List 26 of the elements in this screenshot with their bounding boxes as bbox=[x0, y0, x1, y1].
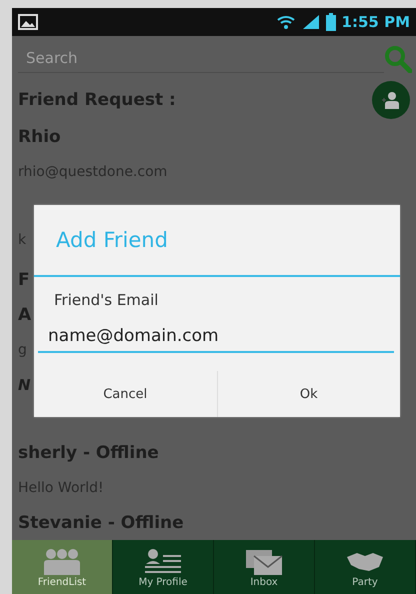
friend-name: A bbox=[18, 304, 32, 325]
add-friend-button[interactable] bbox=[372, 81, 410, 120]
friend-name: Rhio bbox=[18, 126, 61, 147]
field-label: Friend's Email bbox=[53, 290, 160, 310]
cancel-button[interactable]: Cancel bbox=[34, 371, 216, 418]
picture-icon bbox=[18, 14, 38, 30]
bottom-tab[interactable]: Party bbox=[315, 540, 416, 594]
search-field[interactable]: Search bbox=[18, 44, 384, 74]
profile-card-icon bbox=[143, 546, 183, 575]
wifi-icon bbox=[276, 14, 296, 30]
ok-button[interactable]: Ok bbox=[216, 371, 400, 418]
status-time: 1:55 PM bbox=[342, 12, 410, 31]
dialog-title: Add Friend bbox=[34, 205, 400, 278]
bottom-tab[interactable]: FriendList bbox=[12, 540, 113, 594]
person-icon bbox=[381, 90, 401, 110]
friend-name: N bbox=[18, 376, 31, 394]
signal-icon bbox=[302, 14, 320, 30]
bottom-tab[interactable]: Inbox bbox=[214, 540, 315, 594]
email-field[interactable]: name@domain.com bbox=[38, 321, 394, 354]
bottom-tab[interactable]: My Profile bbox=[113, 540, 214, 594]
group-icon bbox=[42, 546, 82, 575]
battery-icon bbox=[326, 12, 336, 31]
friend-name: sherly - Offline bbox=[18, 442, 159, 463]
friend-name: F bbox=[18, 270, 30, 290]
friend-name: Stevanie - Offline bbox=[18, 512, 184, 533]
section-title: Friend Request : bbox=[18, 90, 176, 110]
